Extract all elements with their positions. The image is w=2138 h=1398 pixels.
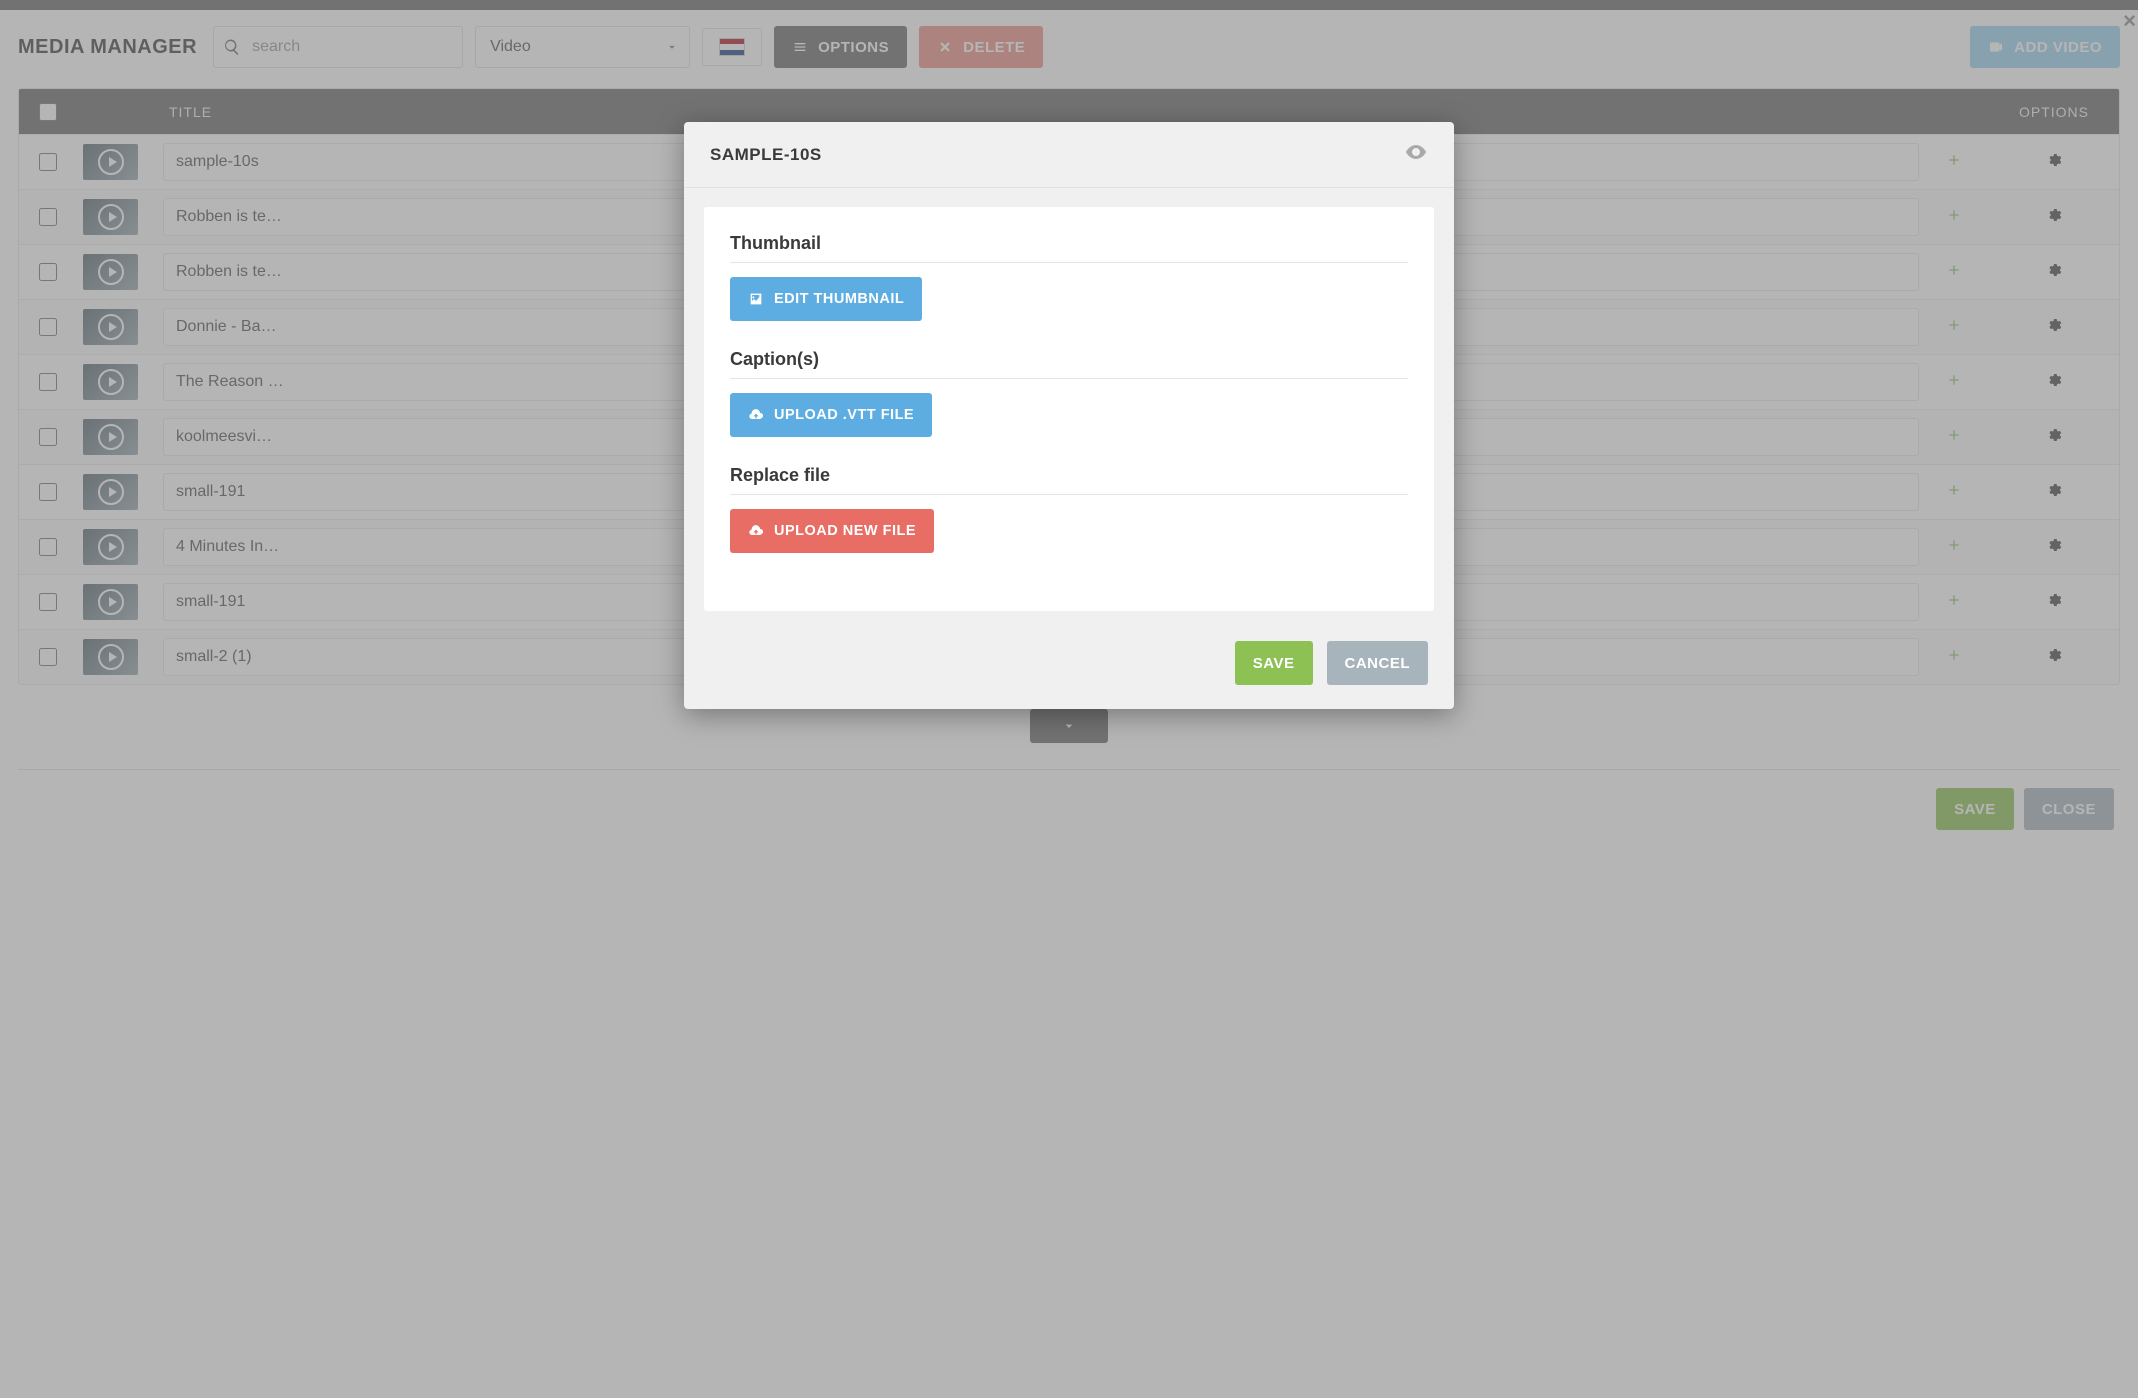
- section-captions: Caption(s) UPLOAD .VTT FILE: [730, 339, 1408, 437]
- cloud-upload-icon: [748, 407, 764, 423]
- section-thumbnail-heading: Thumbnail: [730, 223, 1408, 263]
- modal-body: Thumbnail EDIT THUMBNAIL Caption(s) UPLO…: [704, 206, 1434, 611]
- image-icon: [748, 291, 764, 307]
- modal-cancel-label: CANCEL: [1345, 655, 1411, 672]
- upload-vtt-button[interactable]: UPLOAD .VTT FILE: [730, 393, 932, 437]
- edit-thumbnail-button[interactable]: EDIT THUMBNAIL: [730, 277, 922, 321]
- section-captions-heading: Caption(s): [730, 339, 1408, 379]
- modal-footer: SAVE CANCEL: [684, 611, 1454, 709]
- modal-header: SAMPLE-10S: [684, 122, 1454, 188]
- section-replace: Replace file UPLOAD NEW FILE: [730, 455, 1408, 553]
- edit-thumbnail-label: EDIT THUMBNAIL: [774, 291, 904, 307]
- edit-media-modal: SAMPLE-10S Thumbnail EDIT THUMBNAIL Capt…: [684, 122, 1454, 709]
- preview-icon[interactable]: [1404, 140, 1428, 169]
- modal-save-button[interactable]: SAVE: [1235, 641, 1313, 685]
- upload-new-file-label: UPLOAD NEW FILE: [774, 523, 916, 539]
- modal-title: SAMPLE-10S: [710, 145, 822, 165]
- section-replace-heading: Replace file: [730, 455, 1408, 495]
- upload-new-file-button[interactable]: UPLOAD NEW FILE: [730, 509, 934, 553]
- upload-vtt-label: UPLOAD .VTT FILE: [774, 407, 914, 423]
- cloud-upload-icon: [748, 523, 764, 539]
- section-thumbnail: Thumbnail EDIT THUMBNAIL: [730, 223, 1408, 321]
- modal-save-label: SAVE: [1253, 655, 1295, 672]
- eye-icon: [1404, 140, 1428, 164]
- modal-cancel-button[interactable]: CANCEL: [1327, 641, 1429, 685]
